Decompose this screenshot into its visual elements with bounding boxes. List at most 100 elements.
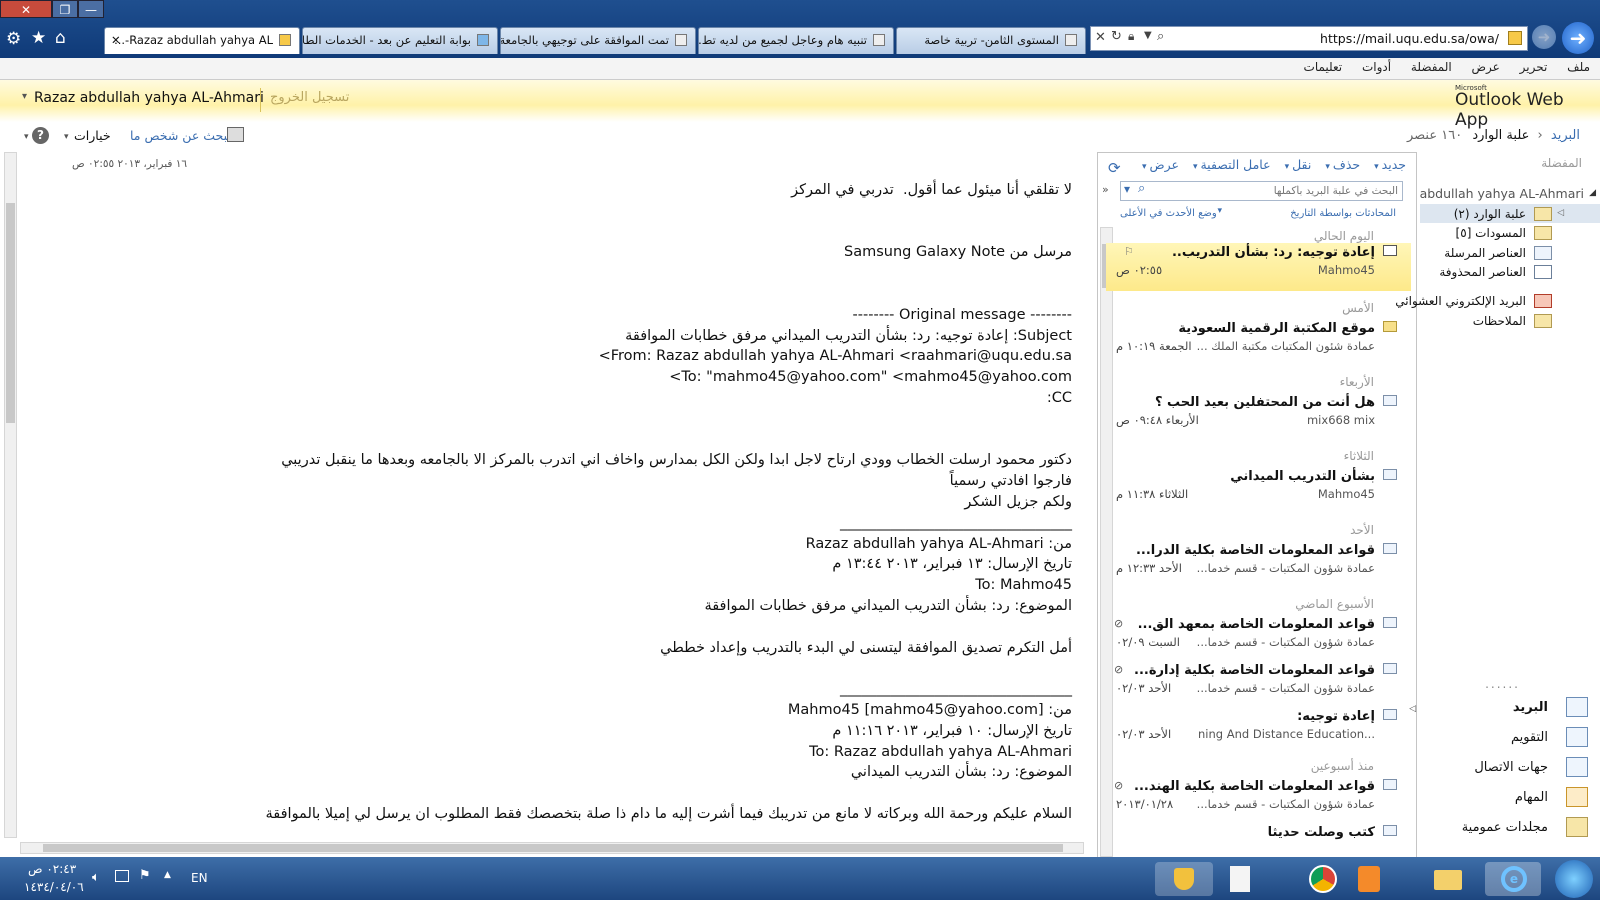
collapse-account-icon[interactable]: ◢: [1589, 188, 1596, 198]
search-dropdown-icon[interactable]: ▾: [1124, 182, 1130, 196]
folder-junk[interactable]: البريد الإلكتروني العشوائي: [1395, 294, 1526, 308]
restore-window-button[interactable]: ❐: [52, 0, 78, 18]
document-taskbar-icon[interactable]: [1222, 862, 1258, 896]
address-bar[interactable]: ✕ ↻ 🔒︎ ▼ ⌕ https://mail.uqu.edu.sa/owa/: [1090, 26, 1528, 51]
list-item[interactable]: هل أنت من المحتفلين بعيد الحب ؟ mix668 m…: [1106, 393, 1411, 441]
action-center-flag-icon[interactable]: ⚑: [139, 868, 151, 883]
tab-owa[interactable]: Razaz abdullah yahya AL-... ✕: [104, 27, 300, 54]
refresh-list-icon[interactable]: ⟳: [1108, 159, 1121, 177]
find-someone-link[interactable]: البحث عن شخص ما: [130, 128, 235, 143]
home-icon[interactable]: ⌂: [55, 28, 66, 48]
chrome-taskbar-icon[interactable]: [1305, 862, 1341, 896]
sort-dropdown-icon[interactable]: ▾: [1217, 206, 1222, 216]
internet-explorer-taskbar-icon[interactable]: e: [1485, 862, 1541, 896]
menu-favorites[interactable]: المفضلة: [1411, 60, 1452, 74]
checkbox-icon[interactable]: [1383, 245, 1397, 256]
list-item[interactable]: ⊘ قواعد المعلومات الخاصة بكلية الهند... …: [1106, 777, 1411, 825]
list-item[interactable]: موقع المكتبة الرقمية السعودية عمادة شئون…: [1106, 319, 1411, 367]
nav-tasks[interactable]: المهام: [1515, 790, 1548, 805]
clock-time[interactable]: ٠٢:٤٣ ص: [28, 862, 76, 876]
filter-button[interactable]: عامل التصفية: [1200, 157, 1270, 172]
refresh-icon[interactable]: ↻: [1111, 29, 1122, 44]
menu-view[interactable]: عرض: [1472, 60, 1500, 74]
show-hidden-icons-icon[interactable]: ▲: [164, 870, 171, 880]
expand-folder-icon[interactable]: ◁: [1557, 208, 1564, 218]
tab-approval[interactable]: تمت الموافقة على توجيهي بالجامعة: [500, 27, 696, 54]
forward-button[interactable]: ➜: [1532, 25, 1556, 49]
expand-icon[interactable]: »: [1102, 183, 1109, 196]
options-dropdown-icon[interactable]: ▾: [64, 132, 69, 142]
new-button[interactable]: جديد: [1382, 157, 1406, 172]
hscrollbar-thumb[interactable]: [43, 844, 1063, 852]
user-menu-arrow-icon[interactable]: ▾: [22, 91, 27, 102]
menu-tools[interactable]: أدوات: [1362, 60, 1391, 74]
minimize-window-button[interactable]: —: [78, 0, 104, 18]
volume-icon[interactable]: 🔈︎: [92, 870, 100, 885]
move-dropdown-icon[interactable]: ▾: [1285, 162, 1290, 172]
sort-conversations[interactable]: المحادثات بواسطة التاريخ: [1290, 208, 1396, 219]
reading-pane-hscrollbar[interactable]: [20, 842, 1084, 854]
collapse-nav-icon[interactable]: ◁: [1409, 704, 1416, 714]
breadcrumb-mail[interactable]: البريد: [1551, 128, 1580, 143]
delete-button[interactable]: حذف: [1333, 157, 1360, 172]
mailbox-search-input[interactable]: [1120, 181, 1403, 201]
settings-gear-icon[interactable]: ⚙: [6, 29, 21, 49]
tab-elearning[interactable]: بوابة التعليم عن بعد - الخدمات الطلا...: [302, 27, 498, 54]
close-tab-icon[interactable]: ✕: [111, 33, 121, 47]
back-button[interactable]: ➜: [1562, 22, 1594, 54]
list-item[interactable]: ⊘ قواعد المعلومات الخاصة بكلية إدارة... …: [1106, 661, 1411, 709]
list-item[interactable]: قواعد المعلومات الخاصة بكلية الدرا... عم…: [1106, 541, 1411, 589]
help-dropdown-icon[interactable]: ▾: [24, 132, 29, 142]
security-shield-icon[interactable]: [1155, 862, 1213, 896]
windows-start-button[interactable]: [1555, 860, 1593, 898]
stop-icon[interactable]: ✕: [1095, 30, 1106, 45]
clock-date[interactable]: ١٤٣٤/٠٤/٠٦: [24, 880, 84, 894]
media-player-taskbar-icon[interactable]: [1350, 862, 1386, 896]
move-button[interactable]: نقل: [1292, 157, 1311, 172]
list-item[interactable]: ⊘ قواعد المعلومات الخاصة بمعهد الق... عم…: [1106, 615, 1411, 663]
network-icon[interactable]: [115, 870, 129, 882]
options-menu[interactable]: خيارات: [74, 128, 111, 143]
delete-dropdown-icon[interactable]: ▾: [1325, 162, 1330, 172]
list-item[interactable]: إعادة توجيه: رد: بشأن التدريب.. Mahmo45 …: [1106, 243, 1411, 291]
new-dropdown-icon[interactable]: ▾: [1374, 162, 1379, 172]
address-book-icon[interactable]: [227, 127, 244, 142]
menu-file[interactable]: ملف: [1567, 60, 1590, 74]
search-icon[interactable]: ⌕: [1157, 29, 1164, 44]
nav-contacts[interactable]: جهات الاتصال: [1474, 760, 1548, 775]
scrollbar-thumb[interactable]: [6, 203, 15, 423]
breadcrumb-inbox[interactable]: علبة الوارد: [1472, 128, 1529, 143]
favorites-star-icon[interactable]: ★: [31, 28, 46, 48]
dropdown-arrow-icon[interactable]: ▼: [1144, 30, 1152, 41]
reading-pane-scrollbar[interactable]: [4, 152, 17, 838]
nav-calendar[interactable]: التقويم: [1511, 730, 1548, 745]
folder-notes[interactable]: الملاحظات: [1473, 314, 1526, 328]
folder-deleted[interactable]: العناصر المحذوفة: [1439, 265, 1526, 279]
input-language[interactable]: EN: [191, 871, 208, 885]
favorites-header[interactable]: المفضلة: [1541, 156, 1582, 170]
list-item[interactable]: كتب وصلت حديثا: [1106, 823, 1411, 853]
newest-on-top[interactable]: وضع الأحدث في الأعلى: [1120, 208, 1217, 219]
signout-link[interactable]: تسجيل الخروج: [270, 90, 349, 105]
explorer-folder-taskbar-icon[interactable]: [1428, 862, 1468, 896]
user-name[interactable]: Razaz abdullah yahya AL-Ahmari: [34, 90, 264, 106]
nav-mail[interactable]: البريد: [1513, 700, 1548, 715]
mailbox-account[interactable]: abdullah yahya AL-Ahmari: [1420, 186, 1584, 201]
menu-edit[interactable]: تحرير: [1520, 60, 1548, 74]
list-item[interactable]: إعادة توجيه: ...ning And Distance Educat…: [1106, 707, 1411, 755]
close-window-button[interactable]: ✕: [0, 0, 52, 18]
flag-icon[interactable]: ⚐: [1124, 245, 1134, 258]
view-button[interactable]: عرض: [1150, 157, 1179, 172]
search-magnifier-icon[interactable]: ⌕: [1138, 181, 1145, 196]
folder-drafts[interactable]: المسودات [٥]: [1456, 226, 1526, 240]
menu-help[interactable]: تعليمات: [1304, 60, 1343, 74]
filter-dropdown-icon[interactable]: ▾: [1193, 162, 1198, 172]
view-dropdown-icon[interactable]: ▾: [1142, 162, 1147, 172]
tab-special-ed[interactable]: المستوى الثامن- تربية خاصة: [896, 27, 1086, 54]
nav-public-folders[interactable]: مجلدات عمومية: [1462, 820, 1548, 835]
folder-inbox[interactable]: علبة الوارد (٢): [1454, 207, 1526, 221]
tab-warning[interactable]: تنبيه هام وعاجل لجميع من لديه تط...: [698, 27, 894, 54]
folder-sent[interactable]: العناصر المرسلة: [1444, 246, 1526, 260]
help-icon[interactable]: ?: [32, 127, 49, 144]
list-item[interactable]: بشأن التدريب الميداني Mahmo45 الثلاثاء ١…: [1106, 467, 1411, 515]
